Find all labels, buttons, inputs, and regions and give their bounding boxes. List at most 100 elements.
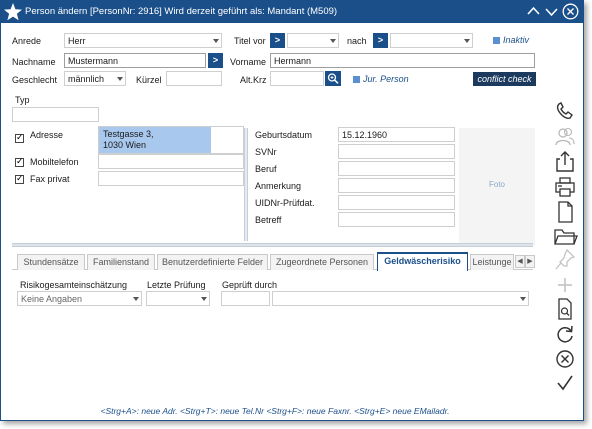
tab-geldwaescherisiko[interactable]: Geldwäscherisiko: [377, 252, 468, 271]
titel-vor-button[interactable]: >: [270, 33, 285, 48]
shortcut-hint: <Strg+A>: neue Adr. <Strg+T>: neue Tel.N…: [100, 406, 450, 416]
plus-icon[interactable]: [552, 273, 578, 297]
tab-label: Leistunge: [472, 257, 512, 267]
tab-benutzerdefinierte-felder[interactable]: Benutzerdefinierte Felder: [157, 254, 268, 270]
nachname-input[interactable]: Mustermann: [64, 53, 206, 68]
nach-select[interactable]: [390, 33, 473, 48]
uid-input[interactable]: [338, 195, 455, 210]
folder-icon[interactable]: [552, 225, 578, 249]
anrede-select[interactable]: Herr: [64, 33, 222, 48]
geburtsdatum-value: 15.12.1960: [342, 130, 388, 140]
chevron-down-icon: [464, 39, 470, 43]
kuerzel-input[interactable]: [166, 71, 222, 86]
collapse-icon[interactable]: [525, 3, 542, 20]
beruf-label: Beruf: [255, 164, 277, 174]
search-icon[interactable]: [325, 71, 341, 86]
chevron-down-icon: [330, 39, 336, 43]
mobil-checkbox[interactable]: [15, 156, 24, 167]
chevron-down-icon: [117, 77, 123, 81]
tab-label: Stundensätze: [23, 257, 79, 267]
window-title: Person ändern [PersonNr: 2916] Wird derz…: [25, 6, 338, 17]
svnr-label: SVNr: [255, 147, 277, 157]
tab-label: Geldwäscherisiko: [384, 256, 461, 266]
phone-icon[interactable]: [552, 99, 578, 123]
risiko-value: Keine Angaben: [21, 294, 83, 304]
nach-button[interactable]: >: [373, 33, 388, 48]
tab-scroll-right-icon[interactable]: ▶: [525, 255, 535, 268]
tab-label: Familienstand: [92, 257, 150, 267]
adresse-field[interactable]: Testgasse 3, 1030 Wien: [98, 126, 244, 154]
geprueft-durch-select[interactable]: [272, 291, 529, 306]
typ-input[interactable]: [12, 107, 99, 122]
search-document-icon[interactable]: [552, 297, 578, 321]
jur-person-checkbox[interactable]: [353, 76, 360, 83]
vertical-splitter[interactable]: [244, 128, 248, 241]
inaktiv-label: Inaktiv: [503, 35, 530, 45]
uid-label: UIDNr-Prüfdat.: [255, 198, 315, 208]
form-content: Anrede Herr Titel vor > nach > Inaktiv N…: [1, 23, 549, 420]
check-icon[interactable]: [552, 371, 578, 395]
letzte-pruefung-label: Letzte Prüfung: [147, 280, 206, 290]
tab-scroll-left-icon[interactable]: ◀: [515, 255, 525, 268]
adresse-line1: Testgasse 3,: [103, 129, 154, 139]
tab-label: Benutzerdefinierte Felder: [161, 257, 264, 267]
fax-checkbox[interactable]: [15, 173, 24, 184]
kuerzel-label: Kürzel: [136, 75, 162, 85]
chevron-down-icon: [201, 297, 207, 301]
adresse-checkbox[interactable]: [15, 132, 24, 143]
close-icon[interactable]: [562, 3, 579, 20]
users-icon[interactable]: [552, 125, 578, 149]
photo-area[interactable]: Foto: [459, 128, 535, 246]
nachname-label: Nachname: [12, 57, 56, 67]
person-edit-window: Person ändern [PersonNr: 2916] Wird derz…: [0, 0, 584, 421]
geschlecht-select[interactable]: männlich: [64, 71, 126, 86]
risiko-label: Risikogesamteinschätzung: [20, 280, 128, 290]
vorname-label: Vorname: [230, 57, 267, 67]
title-bar[interactable]: Person ändern [PersonNr: 2916] Wird derz…: [1, 1, 583, 23]
mobil-input[interactable]: [98, 154, 244, 169]
geschlecht-label: Geschlecht: [12, 75, 58, 85]
anrede-value: Herr: [68, 36, 86, 46]
tab-familienstand[interactable]: Familienstand: [87, 254, 155, 270]
adresse-label: Adresse: [30, 130, 64, 140]
betreff-input[interactable]: [338, 212, 455, 227]
svnr-input[interactable]: [338, 144, 455, 159]
geburtsdatum-input[interactable]: 15.12.1960: [338, 127, 455, 142]
chevron-down-icon: [520, 297, 526, 301]
refresh-icon[interactable]: [552, 322, 578, 346]
letzte-pruefung-input[interactable]: [146, 291, 210, 306]
anmerkung-input[interactable]: [338, 178, 455, 193]
risiko-select[interactable]: Keine Angaben: [17, 291, 142, 306]
print-icon[interactable]: [552, 175, 578, 199]
conflict-check-button[interactable]: conflict check: [473, 72, 536, 86]
pin-icon[interactable]: [552, 248, 578, 272]
inaktiv-checkbox[interactable]: [493, 37, 500, 44]
cancel-icon[interactable]: [552, 347, 578, 371]
share-icon[interactable]: [552, 149, 578, 173]
horizontal-splitter[interactable]: [12, 243, 533, 247]
altkrz-input[interactable]: [270, 71, 324, 86]
anrede-label: Anrede: [12, 36, 42, 46]
nachname-value: Mustermann: [68, 56, 119, 66]
geschlecht-value: männlich: [68, 74, 105, 84]
tab-bar: Stundensätze Familienstand Benutzerdefin…: [12, 252, 535, 271]
fax-input[interactable]: [98, 171, 244, 186]
tab-leistungen[interactable]: Leistunge: [470, 254, 514, 270]
tab-zugeordnete-personen[interactable]: Zugeordnete Personen: [270, 254, 374, 270]
star-icon: [4, 3, 22, 21]
jur-person-label: Jur. Person: [363, 74, 409, 84]
typ-label: Typ: [15, 95, 30, 105]
vorname-input[interactable]: Hermann: [270, 53, 535, 68]
document-icon[interactable]: [552, 200, 578, 224]
beruf-input[interactable]: [338, 161, 455, 176]
geprueft-durch-label: Geprüft durch: [222, 280, 278, 290]
anmerkung-label: Anmerkung: [255, 181, 302, 191]
chevron-down-icon: [133, 297, 139, 301]
expand-icon[interactable]: [543, 3, 560, 20]
altkrz-label: Alt.Krz: [240, 75, 267, 85]
tab-stundensaetze[interactable]: Stundensätze: [17, 254, 85, 270]
titel-vor-select[interactable]: [287, 33, 339, 48]
chevron-down-icon: [213, 39, 219, 43]
nachname-button[interactable]: >: [208, 53, 223, 68]
geprueft-durch-code-input[interactable]: [221, 291, 270, 306]
